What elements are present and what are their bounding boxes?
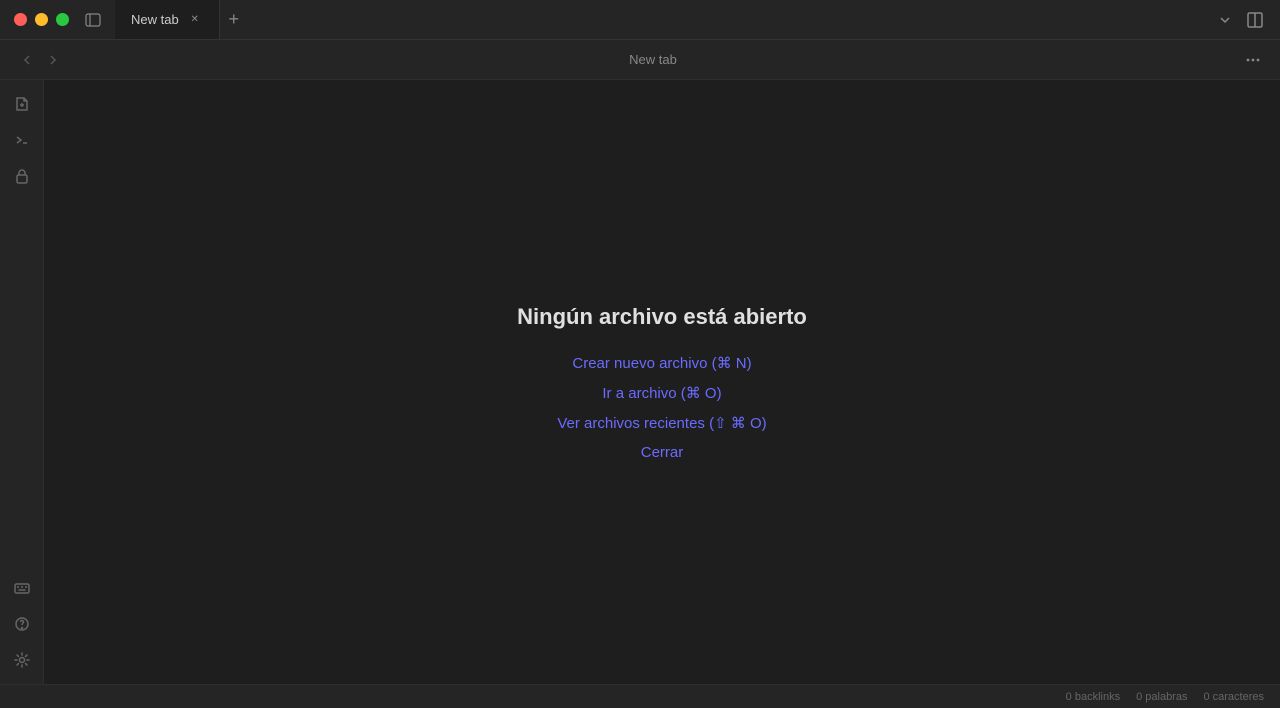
new-file-icon (14, 96, 30, 112)
tab-new-tab[interactable]: New tab ✕ (115, 0, 220, 39)
settings-icon (14, 652, 30, 668)
main-layout: Ningún archivo está abierto Crear nuevo … (0, 80, 1280, 684)
tab-close-button[interactable]: ✕ (187, 12, 203, 28)
back-icon (19, 52, 35, 68)
window-controls (0, 13, 79, 26)
create-new-file-link[interactable]: Crear nuevo archivo (⌘ N) (572, 354, 751, 372)
new-tab-button[interactable]: + (220, 6, 248, 34)
content-area: Ningún archivo está abierto Crear nuevo … (44, 80, 1280, 684)
status-bar: 0 backlinks 0 palabras 0 caracteres (0, 684, 1280, 708)
empty-state-links: Crear nuevo archivo (⌘ N) Ir a archivo (… (557, 354, 766, 461)
recent-files-link[interactable]: Ver archivos recientes (⇧ ⌘ O) (557, 414, 766, 432)
char-count: 0 caracteres (1203, 691, 1264, 703)
close-link[interactable]: Cerrar (641, 444, 684, 461)
minimize-button[interactable] (35, 13, 48, 26)
nav-buttons (16, 49, 64, 71)
forward-icon (45, 52, 61, 68)
lock-button[interactable] (6, 160, 38, 192)
sidebar-toggle-button[interactable] (79, 6, 107, 34)
tab-bar: New tab ✕ + (115, 0, 1214, 39)
empty-state-title: Ningún archivo está abierto (517, 304, 807, 330)
help-keyboard-button[interactable] (6, 572, 38, 604)
help-circle-icon (14, 616, 30, 632)
sidebar-icon (85, 12, 101, 28)
maximize-button[interactable] (56, 13, 69, 26)
forward-button[interactable] (42, 49, 64, 71)
new-file-button[interactable] (6, 88, 38, 120)
backlinks-count: 0 backlinks (1066, 691, 1120, 703)
title-bar: New tab ✕ + (0, 0, 1280, 40)
toolbar: New tab (0, 40, 1280, 80)
layout-icon (1247, 12, 1263, 28)
ellipsis-icon (1244, 51, 1262, 69)
layout-button[interactable] (1244, 9, 1266, 31)
chevron-down-icon (1217, 12, 1233, 28)
terminal-button[interactable] (6, 124, 38, 156)
lock-icon (14, 168, 30, 184)
close-button[interactable] (14, 13, 27, 26)
tab-label: New tab (131, 12, 179, 27)
more-options-button[interactable] (1242, 49, 1264, 71)
terminal-icon (14, 132, 30, 148)
empty-state: Ningún archivo está abierto Crear nuevo … (517, 304, 807, 461)
toolbar-title: New tab (72, 52, 1234, 67)
help-button[interactable] (6, 608, 38, 640)
left-sidebar (0, 80, 44, 684)
word-count: 0 palabras (1136, 691, 1187, 703)
settings-button[interactable] (6, 644, 38, 676)
back-button[interactable] (16, 49, 38, 71)
tab-list-button[interactable] (1214, 9, 1236, 31)
keyboard-icon (14, 580, 30, 596)
go-to-file-link[interactable]: Ir a archivo (⌘ O) (602, 384, 721, 402)
title-bar-right (1214, 9, 1280, 31)
